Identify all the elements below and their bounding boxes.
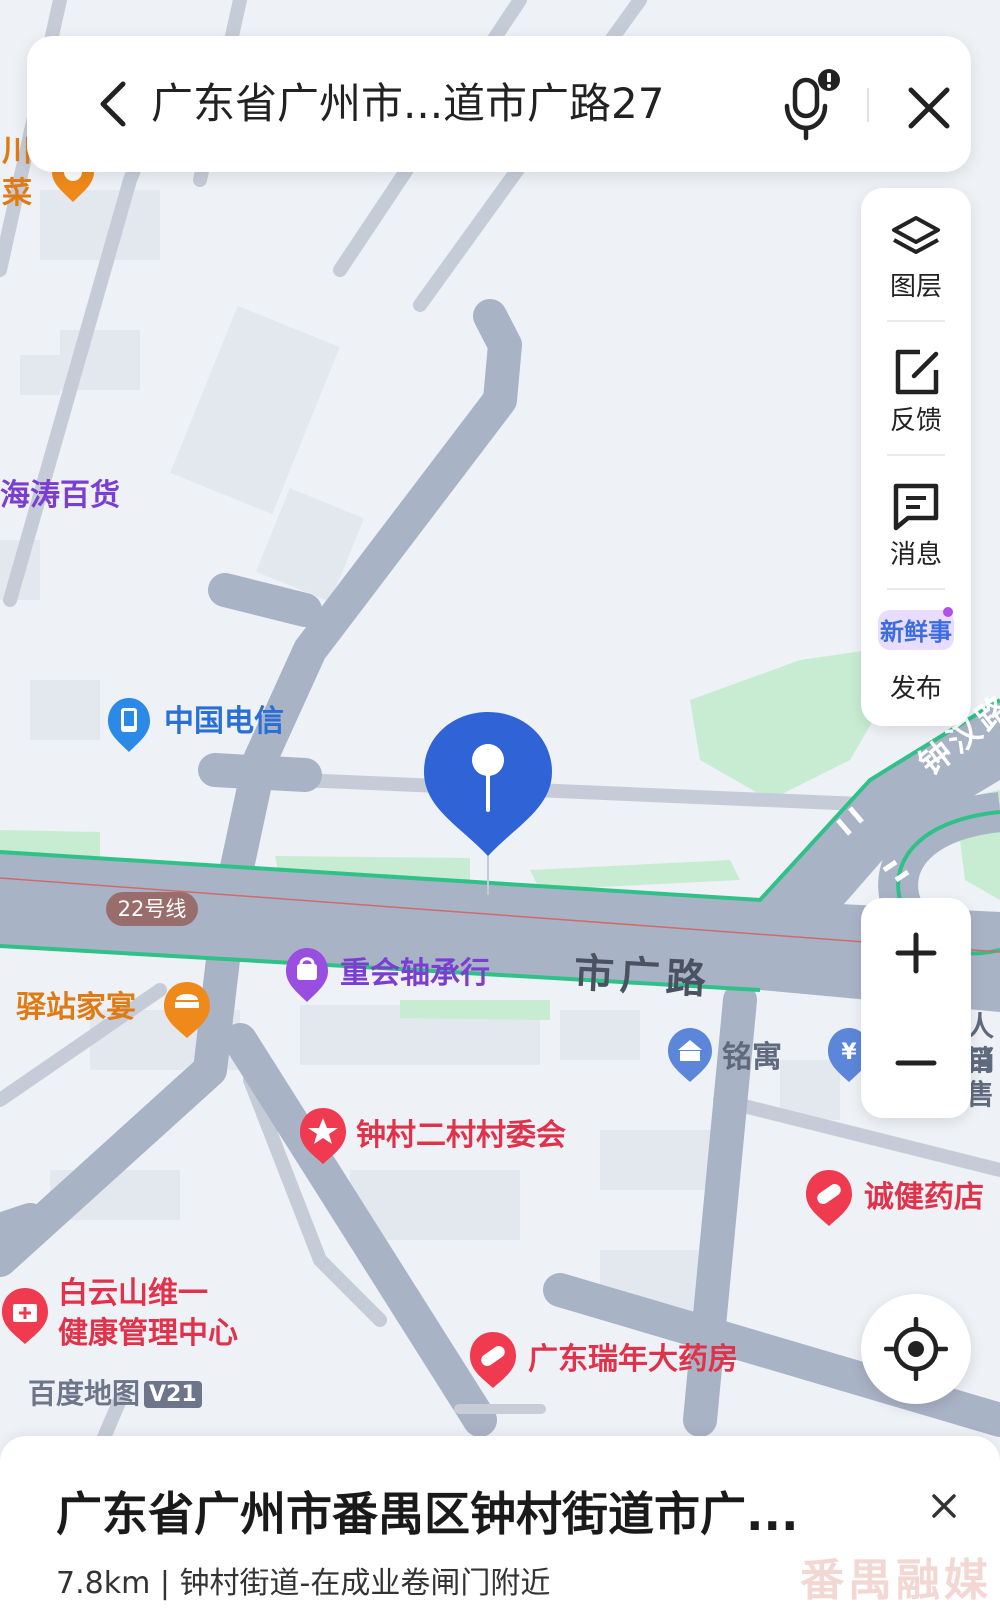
- zoom-out-button[interactable]: [861, 1008, 971, 1118]
- clear-search-button[interactable]: [901, 80, 957, 136]
- news-badge-icon: 新鲜事: [878, 607, 954, 650]
- publish-button[interactable]: 新鲜事 发布: [861, 590, 971, 724]
- feedback-label: 反馈: [889, 406, 942, 436]
- poi-label-mingyu[interactable]: 铭寓: [722, 1040, 782, 1076]
- close-detail-button[interactable]: [924, 1486, 964, 1526]
- road-label-shiguang: 市广路: [572, 950, 713, 1004]
- close-icon: [908, 87, 950, 129]
- pharmacy-poi-icon[interactable]: [802, 1166, 856, 1228]
- map-tools-panel: 图层 反馈 消息 新鲜事 发布: [861, 188, 971, 726]
- place-description: 钟村街道-在成业卷闸门附近: [179, 1566, 551, 1601]
- poi-label-telecom[interactable]: 中国电信: [164, 704, 284, 740]
- edge-label-fragment: 销售: [966, 1044, 995, 1111]
- bottom-sheet-drag-handle[interactable]: [454, 1404, 546, 1414]
- place-distance: 7.8km: [56, 1566, 151, 1601]
- layers-icon: [892, 216, 940, 254]
- feedback-button[interactable]: 反馈: [861, 322, 971, 456]
- poi-label-village-committee[interactable]: 钟村二村村委会: [356, 1118, 566, 1154]
- zoom-in-button[interactable]: [861, 898, 971, 1008]
- chevron-left-icon: [100, 81, 126, 127]
- my-location-button[interactable]: [861, 1294, 971, 1404]
- poi-label-baiyunshan-2[interactable]: 健康管理中心: [58, 1316, 238, 1352]
- zoom-controls: [861, 898, 971, 1118]
- telecom-poi-icon[interactable]: [104, 694, 154, 754]
- restaurant-poi-icon[interactable]: [160, 978, 214, 1040]
- layers-label: 图层: [889, 272, 942, 302]
- back-button[interactable]: [89, 80, 137, 128]
- poi-label-bearing-shop[interactable]: 重会轴承行: [340, 956, 490, 992]
- residence-poi-icon[interactable]: [664, 1024, 716, 1084]
- metro-line-badge: 22号线: [106, 892, 198, 926]
- government-poi-icon[interactable]: [296, 1104, 350, 1166]
- watermark-logo: 番禺融媒: [800, 1555, 992, 1606]
- search-input[interactable]: 广东省广州市...道市广路27: [151, 76, 731, 132]
- place-detail-sheet: 广东省广州市番禺区钟村街道市广... 7.8km | 钟村街道-在成业卷闸门附近…: [0, 1436, 1000, 1616]
- subtitle-separator: |: [159, 1566, 170, 1601]
- close-icon: [932, 1494, 956, 1518]
- poi-label-ruinian-pharmacy[interactable]: 广东瑞年大药房: [528, 1342, 738, 1378]
- edge-label-fragment: 菜: [2, 176, 32, 211]
- crosshair-location-icon: [884, 1317, 948, 1381]
- poi-label-chengjian-pharmacy[interactable]: 诚健药店: [864, 1180, 984, 1216]
- microphone-icon: [784, 69, 840, 141]
- layers-button[interactable]: 图层: [861, 188, 971, 322]
- messages-label: 消息: [889, 540, 942, 570]
- publish-label: 发布: [889, 674, 942, 704]
- health-center-poi-icon[interactable]: [0, 1284, 50, 1346]
- place-subtitle: 7.8km | 钟村街道-在成业卷闸门附近: [56, 1558, 550, 1602]
- search-bar: 广东省广州市...道市广路27: [27, 36, 971, 172]
- feedback-edit-icon: [895, 349, 939, 395]
- messages-button[interactable]: 消息: [861, 456, 971, 590]
- poi-label-baiyunshan-1[interactable]: 白云山维一: [58, 1276, 208, 1312]
- place-title: 广东省广州市番禺区钟村街道市广...: [56, 1487, 799, 1541]
- poi-label-restaurant[interactable]: 驿站家宴: [16, 990, 136, 1026]
- poi-label-haitao[interactable]: 海涛百货: [0, 478, 120, 514]
- shopping-poi-icon[interactable]: [282, 944, 332, 1004]
- minus-icon: [895, 1060, 937, 1066]
- message-icon: [893, 483, 939, 531]
- svg-text:¥: ¥: [841, 1040, 857, 1065]
- pharmacy-poi-icon-2[interactable]: [466, 1328, 520, 1390]
- plus-icon: [895, 932, 937, 974]
- svg-text:新鲜事: 新鲜事: [880, 618, 952, 646]
- search-divider: [867, 88, 869, 122]
- voice-search-button[interactable]: [775, 68, 845, 144]
- baidu-map-logo: 百度地图 V21: [28, 1372, 202, 1412]
